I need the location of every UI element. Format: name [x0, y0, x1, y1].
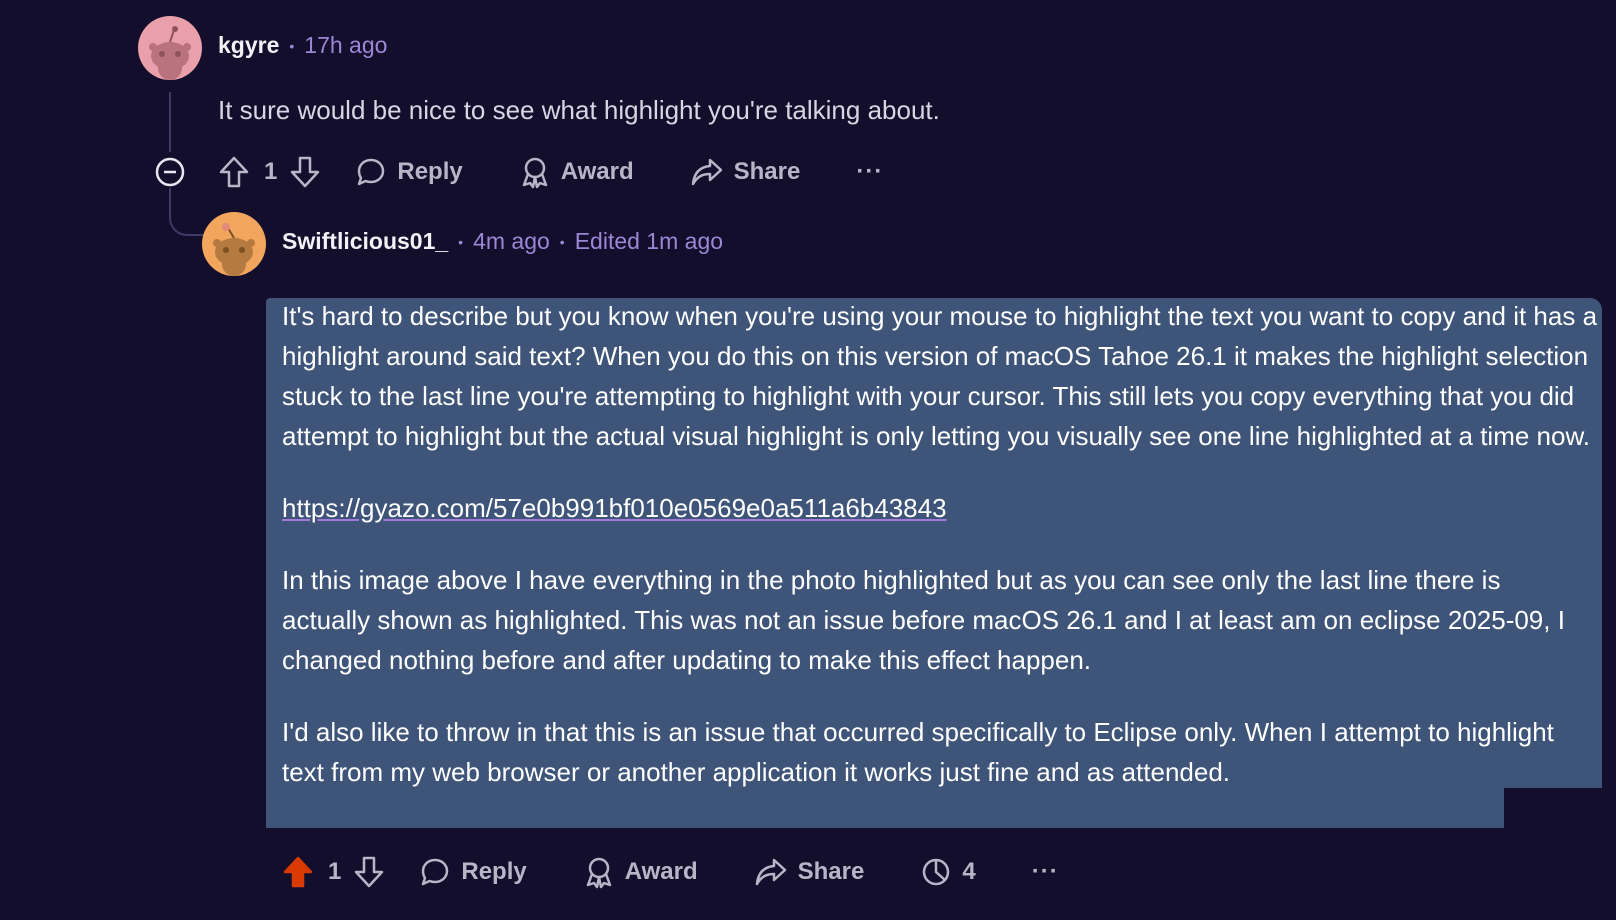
upvote-icon [219, 156, 249, 188]
award-icon [522, 157, 547, 189]
avatar[interactable] [202, 212, 266, 276]
reply-label: Reply [461, 858, 527, 885]
comment-paragraph: I'd also like to throw in that this is a… [282, 717, 1554, 787]
comment-paragraph: In this image above I have everything in… [282, 565, 1565, 675]
award-label: Award [560, 158, 634, 185]
snoo-avatar-icon [213, 223, 255, 276]
upvote-icon [283, 856, 313, 888]
timestamp[interactable]: 17h ago [304, 32, 387, 59]
comment-header: Swiftlicious01_ • 4m ago • Edited 1m ago [282, 228, 723, 255]
share-label: Share [733, 158, 801, 185]
downvote-button[interactable] [353, 855, 385, 889]
thread-line [169, 92, 171, 152]
link-paragraph: https://gyazo.com/57e0b991bf010e0569e0a5… [282, 488, 1600, 528]
separator-dot: • [559, 233, 565, 250]
downvote-icon [291, 156, 320, 188]
insights-button[interactable]: 4 [920, 856, 976, 888]
share-icon [755, 858, 786, 886]
upvote-button[interactable] [282, 855, 314, 889]
avatar[interactable] [138, 16, 202, 80]
thread-branch [169, 188, 207, 236]
comment-actions: 1 Reply Award Share 4 ··· [282, 852, 1059, 892]
edited-timestamp: Edited 1m ago [574, 228, 724, 254]
share-button[interactable]: Share [690, 156, 801, 188]
comment-actions: 1 Reply Award Share ··· [218, 152, 883, 192]
more-options-button[interactable]: ··· [1032, 858, 1059, 886]
share-label: Share [797, 858, 865, 885]
award-label: Award [624, 858, 698, 885]
comment-body: It's hard to describe but you know when … [282, 296, 1600, 792]
collapse-icon [155, 157, 185, 187]
award-icon [586, 857, 611, 889]
pie-chart-icon [923, 858, 950, 886]
downvote-button[interactable] [289, 155, 321, 189]
snoo-avatar-icon [149, 26, 191, 80]
more-options-button[interactable]: ··· [856, 158, 883, 186]
gyazo-link[interactable]: https://gyazo.com/57e0b991bf010e0569e0a5… [282, 493, 947, 523]
comment-header: kgyre • 17h ago [218, 32, 387, 59]
downvote-icon [355, 856, 384, 888]
share-button[interactable]: Share [754, 856, 865, 888]
separator-dot: • [458, 233, 464, 250]
separator-dot: • [289, 37, 295, 54]
username[interactable]: kgyre [218, 32, 279, 59]
comment-body: It sure would be nice to see what highli… [218, 95, 940, 125]
award-button[interactable]: Award [519, 155, 634, 189]
reply-label: Reply [397, 158, 463, 185]
selection-highlight [266, 788, 1504, 828]
timestamp[interactable]: 4m ago [473, 228, 550, 255]
reply-button[interactable]: Reply [419, 856, 527, 888]
comment-bubble-icon [358, 158, 385, 186]
comment-bubble-icon [422, 858, 449, 886]
views-count: 4 [962, 858, 976, 885]
username[interactable]: Swiftlicious01_ [282, 228, 448, 255]
share-icon [691, 158, 722, 186]
comment-paragraph: It's hard to describe but you know when … [282, 301, 1598, 451]
vote-count: 1 [264, 158, 278, 185]
award-button[interactable]: Award [583, 855, 698, 889]
vote-count: 1 [328, 858, 342, 885]
collapse-thread-button[interactable] [153, 155, 187, 194]
reply-button[interactable]: Reply [355, 156, 463, 188]
upvote-button[interactable] [218, 155, 250, 189]
